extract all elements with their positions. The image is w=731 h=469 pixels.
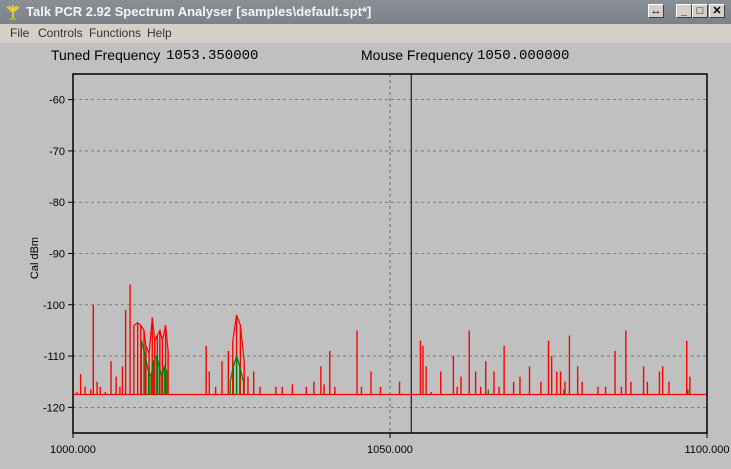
- y-tick-label: -120: [43, 402, 65, 414]
- x-tick-label: 1050.000: [367, 444, 413, 456]
- x-tick-label: 1000.000: [50, 444, 96, 456]
- axis-layer: -60 -70 -80 -90 -100 -110 -120 1000.000 1050.000…: [43, 73, 730, 456]
- y-tick-label: -80: [49, 197, 65, 209]
- y-tick-label: -90: [49, 249, 65, 261]
- y-tick-label: -60: [49, 95, 65, 107]
- y-tick-label: -100: [43, 300, 65, 312]
- trace-layer: [74, 284, 707, 396]
- y-axis-label: Cal dBm: [29, 237, 41, 279]
- spectrum-analyser-window: Talk PCR 2.92 Spectrum Analyser [samples…: [0, 0, 731, 469]
- y-tick-label: -110: [44, 351, 65, 363]
- spectrum-chart[interactable]: -60 -70 -80 -90 -100 -110 -120 1000.000 1050.000…: [0, 0, 731, 469]
- red-trace-envelope: [232, 314, 245, 362]
- x-tick-label: 1100.000: [684, 444, 729, 456]
- y-tick-label: -70: [49, 146, 65, 158]
